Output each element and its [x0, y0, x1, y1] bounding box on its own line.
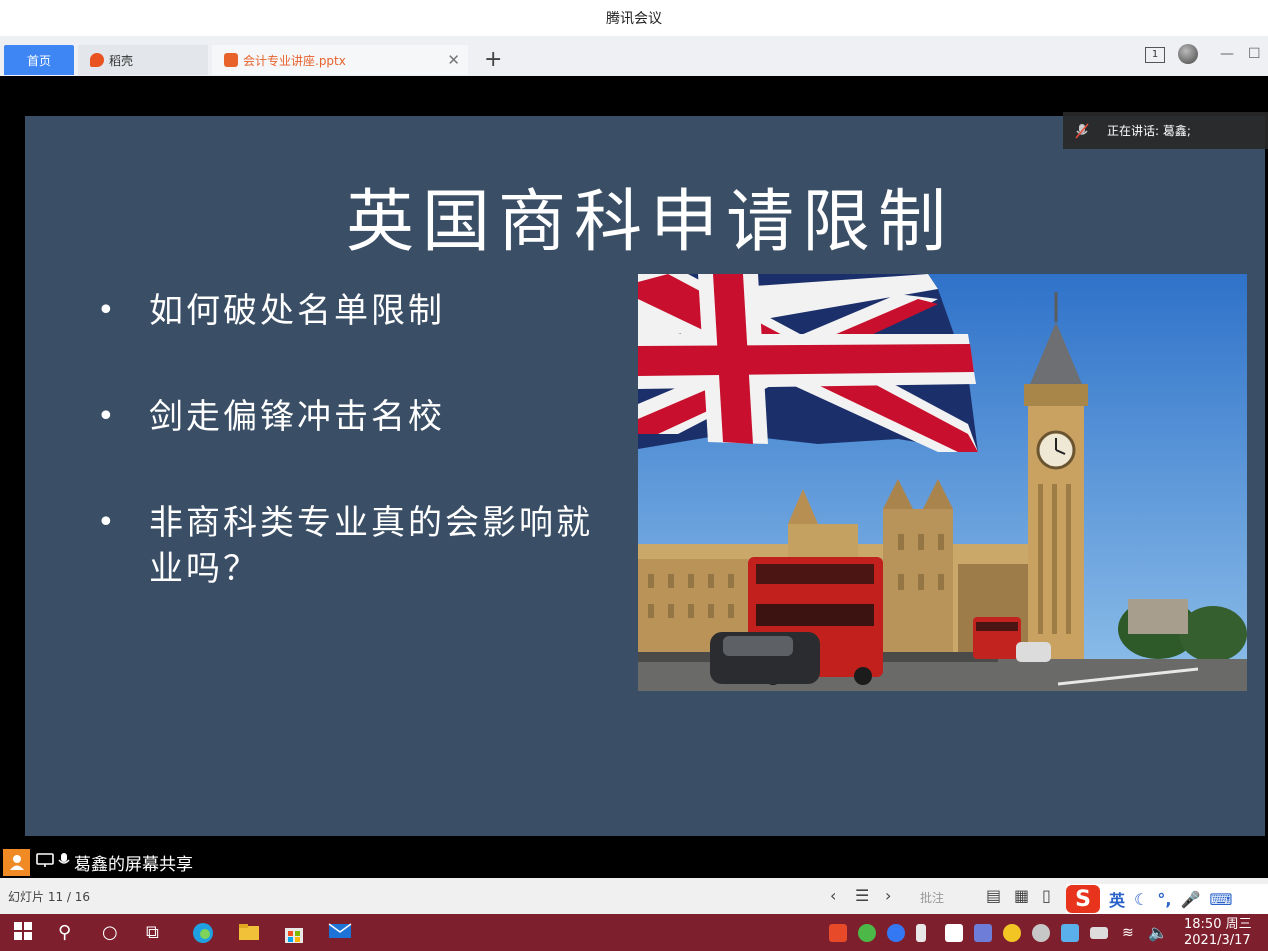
slide-bullets: 如何破处名单限制 剑走偏锋冲击名校 非商科类专业真的会影响就业吗？ — [97, 288, 597, 592]
tray-display-icon[interactable] — [974, 924, 992, 942]
participant-avatar-icon[interactable] — [3, 848, 30, 876]
tab-docer-label: 稻壳 — [109, 53, 134, 68]
windows-start-icon[interactable] — [14, 922, 32, 945]
punctuation-icon[interactable]: °, — [1157, 890, 1171, 909]
window-title: 腾讯会议 — [606, 11, 662, 27]
london-photo-illustration — [638, 274, 1247, 691]
notes-label: 批注 — [920, 891, 945, 905]
tray-network-app-icon[interactable] — [1061, 924, 1079, 942]
tray-browser-icon[interactable] — [858, 924, 876, 942]
slide-bullet: 如何破处名单限制 — [97, 288, 597, 334]
screen-share-icon — [36, 852, 54, 872]
screen-share-label: 葛鑫的屏幕共享 — [74, 854, 193, 875]
search-icon[interactable]: ⚲ — [58, 922, 71, 943]
speaking-label: 正在讲话: 葛鑫; — [1107, 124, 1191, 138]
grid-view-icon[interactable]: ▦ — [1014, 886, 1029, 905]
screen-count-icon[interactable]: 1 — [1145, 47, 1165, 63]
speaking-indicator: 正在讲话: 葛鑫; — [1063, 112, 1268, 149]
slide-counter: 幻灯片 11 / 16 — [8, 890, 91, 904]
ppt-file-icon — [224, 53, 238, 67]
tab-pptx[interactable]: 会计专业讲座.pptx ✕ — [212, 45, 468, 75]
screen-count: 1 — [1151, 49, 1159, 60]
microphone-muted-icon — [1075, 122, 1089, 139]
close-tab-icon[interactable]: ✕ — [447, 51, 460, 69]
windows-taskbar: ⚲ ○ ⧉ ≋ 🔈 18:50 周三 2021/3/17 — [0, 914, 1268, 951]
shared-slide: 英国商科申请限制 如何破处名单限制 剑走偏锋冲击名校 非商科类专业真的会影响就业… — [25, 116, 1265, 836]
tray-mic-icon[interactable] — [916, 924, 926, 942]
normal-view-icon[interactable]: ▤ — [986, 886, 1001, 905]
london-photo — [638, 274, 1247, 691]
slide-bullet: 非商科类专业真的会影响就业吗？ — [97, 500, 597, 592]
screen-share-bar: 葛鑫的屏幕共享 — [0, 846, 1268, 878]
tray-plus-icon[interactable] — [1003, 924, 1021, 942]
system-clock[interactable]: 18:50 周三 2021/3/17 — [1184, 917, 1252, 949]
tab-strip: 首页 稻壳 会计专业讲座.pptx ✕ + 1 — ☐ — [0, 36, 1268, 76]
task-view-icon[interactable]: ⧉ — [146, 922, 159, 943]
add-tab-icon[interactable]: + — [484, 48, 502, 72]
maximize-icon[interactable]: ☐ — [1248, 46, 1261, 62]
clock-date: 2021/3/17 — [1184, 933, 1251, 948]
slide-title: 英国商科申请限制 — [345, 183, 954, 262]
keyboard-icon[interactable]: ⌨ — [1209, 890, 1232, 909]
user-avatar[interactable] — [1178, 44, 1198, 64]
microphone-icon — [58, 852, 70, 872]
mail-icon[interactable] — [328, 922, 352, 945]
cortana-icon[interactable]: ○ — [102, 922, 118, 943]
slide-list-icon[interactable]: ☰ — [855, 886, 869, 905]
store-icon[interactable] — [283, 922, 305, 949]
docer-icon — [90, 53, 104, 67]
tray-shield-icon[interactable] — [887, 924, 905, 942]
moon-icon[interactable]: ☾ — [1134, 890, 1148, 909]
voice-input-icon[interactable]: 🎤 — [1180, 890, 1200, 909]
tab-docer[interactable]: 稻壳 — [78, 45, 208, 75]
tab-home-label: 首页 — [26, 53, 51, 68]
tab-home[interactable]: 首页 — [4, 45, 74, 75]
edge-icon[interactable] — [192, 922, 214, 949]
notes-button[interactable]: 批注 — [920, 889, 944, 906]
window-title-bar: 腾讯会议 — [0, 0, 1268, 36]
next-slide-icon[interactable]: › — [885, 886, 891, 905]
reading-view-icon[interactable]: ▯ — [1042, 886, 1051, 905]
tray-app-icon[interactable] — [829, 924, 847, 942]
ime-toolbar: S 英 ☾ °, 🎤 ⌨ — [1066, 884, 1268, 914]
slide-bullet: 剑走偏锋冲击名校 — [97, 394, 597, 440]
file-explorer-icon[interactable] — [238, 922, 260, 947]
tray-satellite-icon[interactable] — [1032, 924, 1050, 942]
ime-mode[interactable]: 英 — [1109, 887, 1125, 911]
tray-defender-icon[interactable] — [945, 924, 963, 942]
wifi-icon[interactable]: ≋ — [1122, 925, 1134, 941]
tab-pptx-label: 会计专业讲座.pptx — [243, 53, 346, 68]
prev-slide-icon[interactable]: ‹ — [830, 886, 836, 905]
sogou-ime-icon[interactable]: S — [1066, 885, 1100, 913]
battery-icon[interactable] — [1090, 927, 1108, 939]
volume-icon[interactable]: 🔈 — [1148, 923, 1168, 942]
minimize-icon[interactable]: — — [1220, 46, 1234, 62]
clock-time: 18:50 周三 — [1184, 917, 1252, 932]
